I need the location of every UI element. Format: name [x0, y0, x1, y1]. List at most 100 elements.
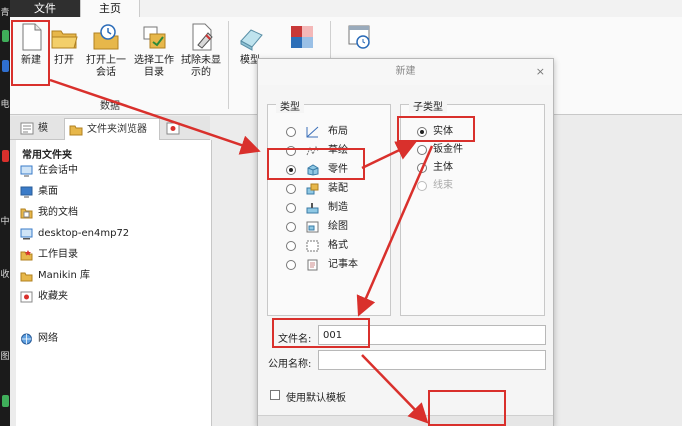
folder-browser-panel: 常用文件夹 在会话中 桌面 我的文档 desktop-en4mp72 工作目录 … [16, 140, 212, 426]
open-button-label: 打开 [54, 55, 74, 66]
close-icon[interactable]: × [536, 59, 545, 85]
select-working-directory-label-1: 选择工作 [134, 55, 174, 66]
desktop-glyph: 电 [0, 100, 10, 110]
new-dialog: 新建 × 类型 布局 草绘 零件 装配 制造 绘图 格式 记事本 子类型 实体 … [257, 58, 554, 426]
tab-file[interactable]: 文件 [10, 0, 80, 17]
folder-item-network[interactable]: 网络 [20, 330, 58, 348]
desktop-glyph: 青 [0, 8, 10, 18]
desktop-glyph: 收 [0, 270, 10, 280]
radio-button[interactable] [286, 203, 296, 213]
computer-icon [20, 228, 33, 240]
select-working-directory-button[interactable]: 选择工作 目录 [132, 21, 176, 91]
folder-item-label: 网络 [38, 333, 58, 344]
radio-button[interactable] [417, 145, 427, 155]
type-label: 记事本 [328, 259, 358, 270]
subtype-radio-bulk[interactable]: 主体 [417, 159, 517, 177]
type-radio-drawing[interactable]: 绘图 [286, 218, 386, 236]
common-folders-header: 常用文件夹 [22, 150, 72, 161]
subtype-legend: 子类型 [409, 98, 447, 113]
tab-home[interactable]: 主页 [80, 0, 140, 17]
working-directory-folder-icon [20, 249, 33, 261]
monitor-icon [20, 165, 33, 177]
type-label: 装配 [328, 183, 348, 194]
subtype-radio-harness: 线束 [417, 177, 517, 195]
use-default-template-checkbox[interactable] [270, 390, 280, 400]
desktop-icon [2, 60, 9, 72]
folder-item-label: Manikin 库 [38, 270, 90, 281]
annotation-box-filename [272, 318, 370, 348]
ribbon-separator [228, 21, 229, 109]
desktop-glyph: 中 [0, 217, 10, 227]
select-working-directory-label-2: 目录 [144, 67, 164, 78]
folder-item-my-documents[interactable]: 我的文档 [20, 204, 78, 222]
type-radio-layout[interactable]: 布局 [286, 123, 386, 141]
subtype-radio-sheetmetal[interactable]: 钣金件 [417, 141, 517, 159]
folder-browser-icon [69, 123, 83, 136]
open-previous-session-label-1: 打开上一 [86, 55, 126, 66]
type-radio-manufacturing[interactable]: 制造 [286, 199, 386, 217]
model-tree-icon [20, 122, 34, 135]
desktop-icon [2, 30, 9, 42]
open-button[interactable]: 打开 [48, 21, 80, 91]
dialog-button-bar [258, 415, 553, 426]
open-previous-session-label-2: 会话 [96, 67, 116, 78]
erase-icon [186, 21, 216, 53]
type-label: 制造 [328, 202, 348, 213]
erase-not-displayed-label-1: 拭除未显 [181, 55, 221, 66]
type-radio-assembly[interactable]: 装配 [286, 180, 386, 198]
tab-model-tree-label: 模 [38, 123, 48, 134]
use-default-template-label: 使用默认模板 [286, 393, 346, 404]
radio-button[interactable] [286, 127, 296, 137]
folder-item-label: 桌面 [38, 186, 58, 197]
folder-item-label: 我的文档 [38, 207, 78, 218]
folder-item-label: 在会话中 [38, 165, 78, 176]
radio-button[interactable] [417, 163, 427, 173]
tab-model-tree[interactable]: 模 [16, 118, 62, 140]
folder-item-in-session[interactable]: 在会话中 [20, 162, 78, 180]
playback-clock-icon [344, 21, 374, 53]
manufacturing-icon [306, 202, 319, 214]
desktop-icon [2, 395, 9, 407]
type-radio-notebook[interactable]: 记事本 [286, 256, 386, 274]
tab-folder-browser[interactable]: 文件夹浏览器 [64, 118, 160, 140]
type-label: 格式 [328, 240, 348, 251]
drawing-icon [306, 221, 319, 233]
dialog-title: 新建 [258, 59, 553, 85]
folder-item-label: desktop-en4mp72 [38, 228, 130, 239]
notebook-icon [306, 259, 319, 271]
radio-button[interactable] [286, 260, 296, 270]
folder-item-computer[interactable]: desktop-en4mp72 [20, 225, 129, 243]
type-label: 布局 [328, 126, 348, 137]
assembly-icon [306, 183, 319, 195]
folder-item-manikin-library[interactable]: Manikin 库 [20, 267, 90, 285]
open-previous-session-button[interactable]: 打开上一 会话 [84, 21, 128, 91]
common-name-input[interactable] [318, 350, 546, 370]
desktop-icon [20, 186, 33, 198]
desktop-left-strip: 青 电 中 收 图 [0, 0, 10, 426]
tab-favorites[interactable] [162, 118, 208, 140]
folder-item-working-directory[interactable]: 工作目录 [20, 246, 78, 264]
format-icon [306, 240, 319, 252]
common-name-label: 公用名称: [268, 359, 312, 370]
folder-item-desktop[interactable]: 桌面 [20, 183, 58, 201]
desktop-glyph: 图 [0, 352, 10, 362]
folder-item-label: 工作目录 [38, 249, 78, 260]
radio-button[interactable] [286, 241, 296, 251]
type-radio-format[interactable]: 格式 [286, 237, 386, 255]
open-folder-icon [49, 21, 79, 53]
ribbon-tab-bar: 文件 主页 [10, 0, 682, 17]
eraser-model-icon [235, 21, 265, 53]
tab-folder-browser-label: 文件夹浏览器 [87, 124, 147, 135]
radio-button[interactable] [286, 222, 296, 232]
layout-icon [306, 126, 319, 138]
folder-item-favorites[interactable]: 收藏夹 [20, 288, 68, 306]
annotation-box-solid [397, 116, 475, 142]
erase-not-displayed-button[interactable]: 拭除未显 示的 [178, 21, 224, 91]
type-group: 类型 布局 草绘 零件 装配 制造 绘图 格式 记事本 [267, 98, 391, 316]
subtype-label: 线束 [433, 180, 453, 191]
annotation-box-new [11, 20, 50, 86]
favorites-icon [20, 291, 33, 303]
desktop-icon [2, 150, 9, 162]
appearance-swatch-icon [286, 21, 316, 53]
radio-button[interactable] [286, 184, 296, 194]
